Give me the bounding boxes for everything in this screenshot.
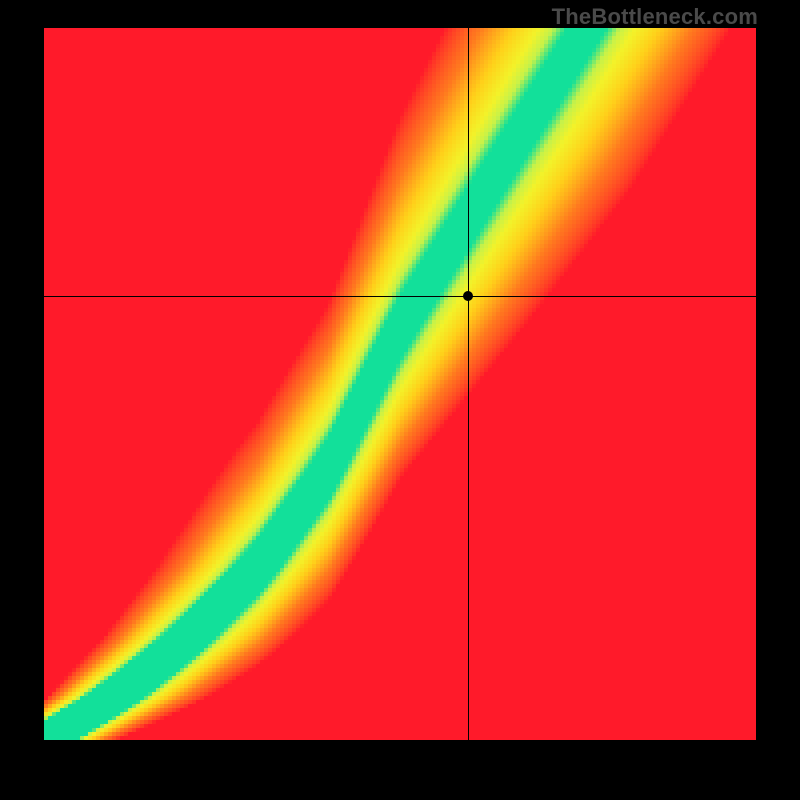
- chart-frame: TheBottleneck.com: [0, 0, 800, 800]
- watermark-text: TheBottleneck.com: [552, 4, 758, 30]
- crosshair-horizontal: [44, 296, 756, 297]
- heatmap-canvas: [44, 28, 756, 740]
- plot-area: [44, 28, 756, 740]
- crosshair-vertical: [468, 28, 469, 740]
